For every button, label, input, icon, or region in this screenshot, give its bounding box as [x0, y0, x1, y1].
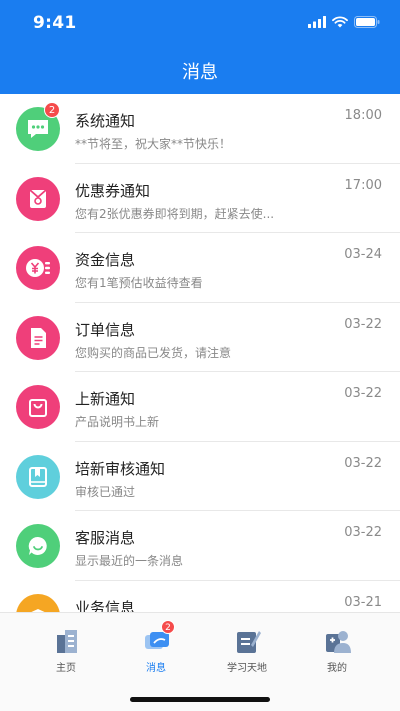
tab-label: 学习天地: [227, 663, 267, 674]
yuan-coin-icon: [16, 246, 60, 290]
signal-icon: [308, 16, 326, 28]
message-title: 上新通知: [75, 390, 136, 408]
message-title: 资金信息: [75, 251, 136, 269]
page-title: 消息: [182, 62, 218, 83]
book-icon: [16, 454, 60, 499]
tab-home[interactable]: 主页: [21, 613, 111, 679]
message-preview: 显示最近的一条消息: [75, 554, 184, 568]
status-icons: [308, 15, 380, 29]
tab-study[interactable]: 学习天地: [202, 613, 292, 679]
user-profile-icon: [326, 631, 351, 653]
status-bar: 9:41: [0, 0, 400, 44]
message-preview: 您购买的商品已发货，请注意: [75, 345, 232, 360]
message-time: 03-21: [344, 594, 382, 610]
status-time: 9:41: [33, 13, 77, 33]
message-title: 订单信息: [75, 320, 136, 339]
message-time: 17:00: [344, 177, 382, 193]
message-item-coupon[interactable]: 优惠券通知 您有2张优惠券即将到期，赶紧去使... 17:00: [0, 164, 400, 233]
wifi-icon: [332, 16, 348, 28]
message-title: 优惠券通知: [75, 181, 151, 200]
message-time: 03-22: [344, 455, 382, 471]
message-preview: 审核已通过: [75, 484, 136, 499]
tab-messages[interactable]: 2 消息: [111, 613, 201, 679]
message-time: 03-24: [344, 247, 382, 262]
battery-icon: [354, 16, 380, 28]
message-preview: 您有1笔预估收益待查看: [75, 276, 203, 290]
unread-badge: 2: [44, 102, 60, 118]
message-preview: 您有2张优惠券即将到期，赶紧去使...: [75, 206, 275, 221]
message-title: 培新审核通知: [75, 459, 166, 478]
message-title: 业务信息: [75, 598, 136, 613]
message-item-customer-service[interactable]: 客服消息 显示最近的一条消息 03-22: [0, 511, 400, 581]
tab-label: 主页: [56, 663, 76, 674]
message-item-order[interactable]: 订单信息 您购买的商品已发货，请注意 03-22: [0, 303, 400, 372]
message-preview: 产品说明书上新: [75, 415, 160, 429]
message-item-system[interactable]: 2 系统通知 **节将至，祝大家**节快乐！ 18:00: [0, 94, 400, 164]
message-time: 03-22: [344, 386, 382, 401]
tab-label: 消息: [146, 663, 166, 674]
tab-label: 我的: [327, 663, 347, 674]
message-list[interactable]: 2 系统通知 **节将至，祝大家**节快乐！ 18:00 优惠券通知 您有2张优…: [0, 94, 400, 612]
message-item-training-review[interactable]: 培新审核通知 审核已通过 03-22: [0, 442, 400, 511]
message-title: 客服消息: [75, 529, 136, 547]
message-time: 18:00: [344, 108, 382, 123]
message-time: 03-22: [344, 316, 382, 332]
message-item-funds[interactable]: 资金信息 您有1笔预估收益待查看 03-24: [0, 233, 400, 303]
graduation-cap-icon: [16, 593, 60, 612]
document-icon: [16, 315, 60, 360]
study-edit-icon: [237, 631, 261, 653]
tab-profile[interactable]: 我的: [292, 613, 382, 679]
shopping-bag-icon: [16, 385, 60, 429]
message-time: 03-22: [344, 525, 382, 540]
home-building-icon: [57, 630, 77, 653]
message-preview: **节将至，祝大家**节快乐！: [75, 137, 232, 151]
message-item-business[interactable]: 业务信息 03-21: [0, 581, 400, 613]
customer-service-icon: [16, 524, 60, 568]
coupon-icon: [16, 176, 60, 221]
tab-badge: 2: [161, 620, 175, 634]
home-indicator: [130, 697, 270, 702]
app-header: 9:41 消息: [0, 0, 400, 94]
message-title: 系统通知: [75, 112, 136, 130]
message-item-new-arrival[interactable]: 上新通知 产品说明书上新 03-22: [0, 372, 400, 442]
